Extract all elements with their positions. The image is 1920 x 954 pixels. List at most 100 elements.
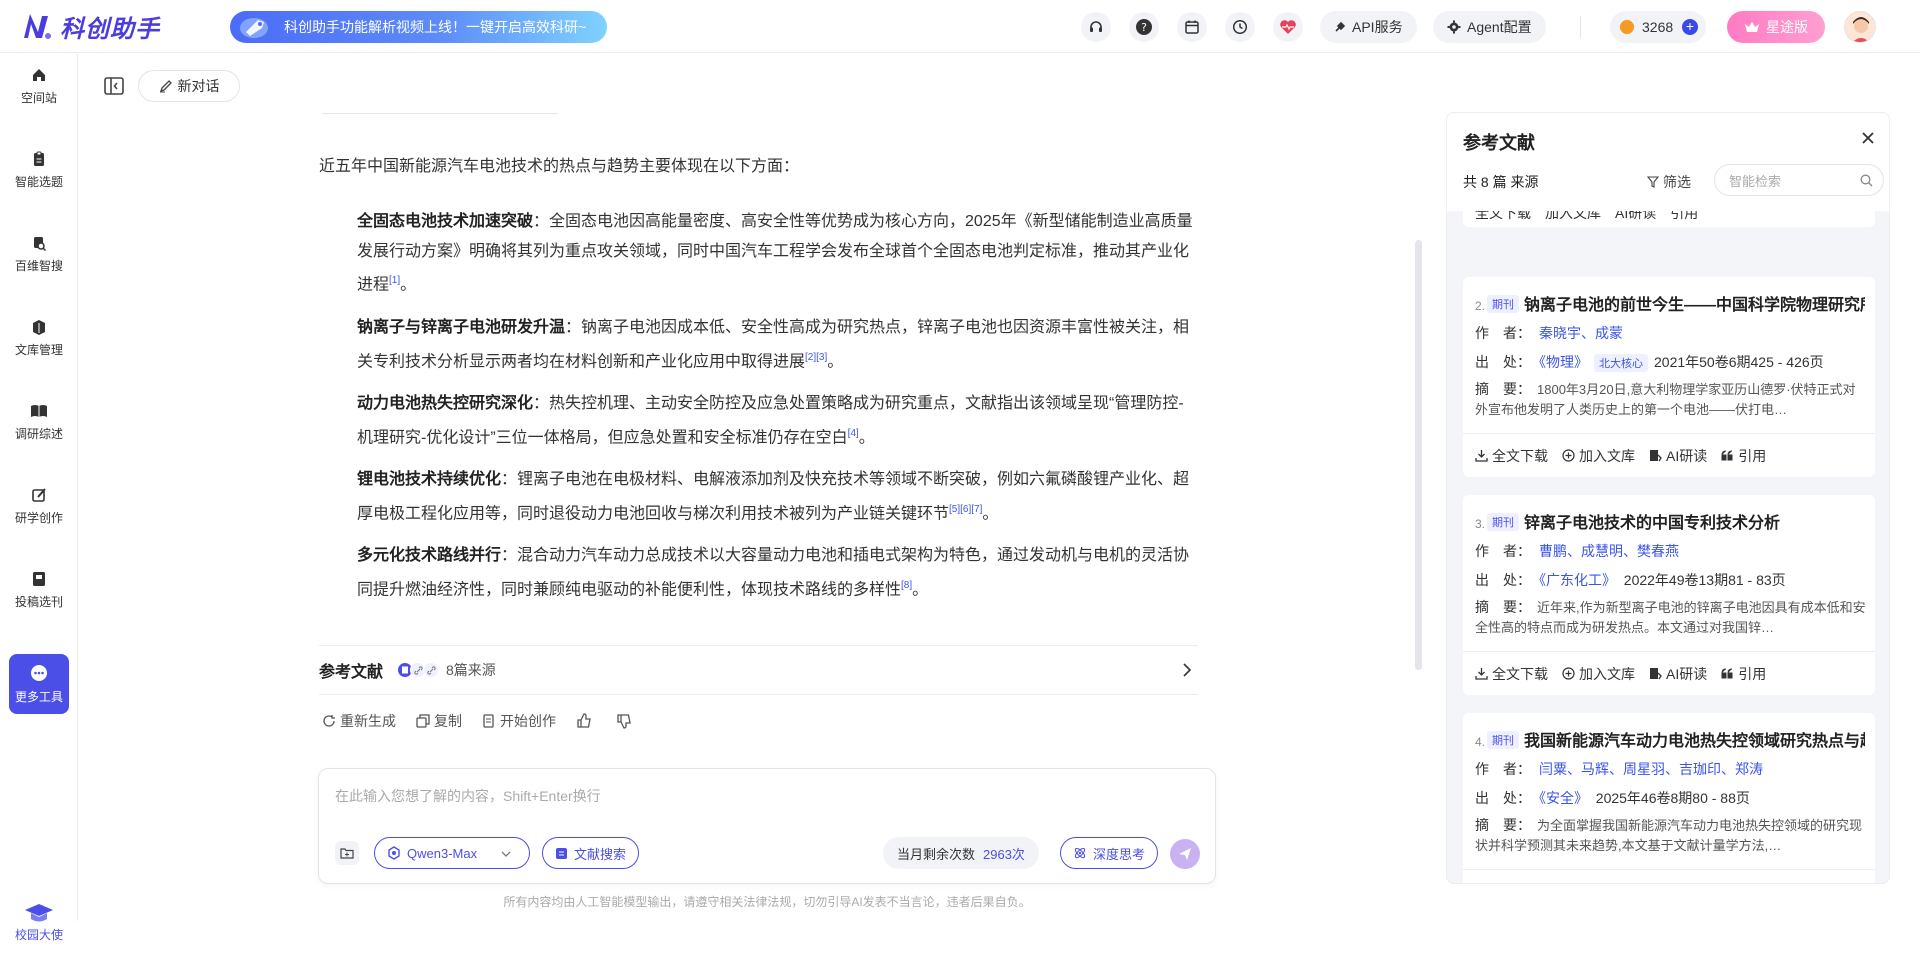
download-button[interactable]: 全文下载	[1475, 882, 1548, 884]
sidebar-item-topic[interactable]: 智能选题	[9, 140, 69, 200]
recharge-button[interactable]: +	[1682, 19, 1698, 35]
promo-banner[interactable]: 科创助手功能解析视频上线！一键开启高效科研~	[230, 11, 607, 43]
plug-icon	[1335, 21, 1346, 32]
sidebar-item-search[interactable]: 百维智搜	[9, 224, 69, 284]
coin-balance[interactable]: 3268 +	[1610, 11, 1706, 43]
search-icon	[1860, 174, 1873, 187]
logo-icon	[24, 14, 51, 39]
document-edit-icon	[483, 714, 494, 728]
sidebar-item-create[interactable]: 研学创作	[9, 476, 69, 536]
send-button[interactable]	[1170, 839, 1200, 869]
add-library-button[interactable]: 加入文库	[1562, 446, 1635, 466]
add-library-button[interactable]: 加入文库	[1562, 664, 1635, 684]
ai-read-button[interactable]: AI研读	[1649, 882, 1707, 884]
sidebar-item-library[interactable]: 文库管理	[9, 308, 69, 368]
vip-button[interactable]: 星途版	[1727, 11, 1825, 43]
regenerate-button[interactable]: 重新生成	[322, 711, 396, 731]
crown-icon	[1745, 22, 1759, 32]
agent-config-button[interactable]: Agent配置	[1433, 11, 1546, 43]
calendar-icon[interactable]	[1177, 12, 1207, 42]
download-icon	[1475, 450, 1488, 462]
reference-title[interactable]: 4.期刊我国新能源汽车动力电池热失控领域研究热点与趋势…	[1475, 727, 1865, 751]
reference-card[interactable]: 4.期刊我国新能源汽车动力电池热失控领域研究热点与趋势… 作 者：闫粟、马辉、周…	[1463, 713, 1875, 884]
reference-card[interactable]: 3. 期刊 锌离子电池技术的中国专利技术分析 作 者： 曹鹏、成慧明、樊春燕 出 处：…	[1463, 495, 1875, 695]
deep-think-toggle[interactable]: 深度思考	[1060, 837, 1159, 869]
plus-circle-icon	[1562, 449, 1575, 462]
model-select[interactable]: Qwen3-Max	[374, 837, 530, 869]
answer-point: 多元化技术路线并行：混合动力汽车动力总成技术以大容量动力电池和插电式架构为特色，…	[357, 547, 1190, 598]
answer-point: 锂电池技术持续优化：锂离子电池在电极材料、电解液添加剂及快充技术等领域不断突破，…	[357, 471, 1190, 522]
sidebar-item-space[interactable]: 空间站	[9, 56, 69, 116]
api-service-button[interactable]: API服务	[1320, 11, 1417, 43]
close-icon[interactable]	[1861, 131, 1875, 145]
user-avatar[interactable]	[1844, 11, 1876, 43]
reference-abstract: 摘 要： 1800年3月20日,意大利物理学家亚历山德罗·伏特正式对外宣布他发明了…	[1475, 381, 1856, 417]
sidebar: 空间站 智能选题 百维智搜 文库管理 调研综述 研学创作 投稿选刊 更多工具 校…	[0, 54, 78, 942]
citation-link[interactable]: [8]	[901, 580, 912, 591]
chat-scrollbar[interactable]	[1415, 240, 1422, 670]
link-icon	[423, 662, 440, 678]
reference-title[interactable]: 2. 期刊 钠离子电池的前世今生——中国科学院物理研究所…	[1475, 291, 1865, 315]
gear-icon	[1447, 20, 1461, 34]
download-button[interactable]: 全文下载	[1475, 664, 1548, 684]
coin-count: 3268	[1642, 19, 1674, 35]
thumbs-up-icon[interactable]	[576, 713, 596, 729]
toggle-panel-icon[interactable]	[104, 77, 124, 95]
download-icon	[1475, 668, 1488, 680]
download-button[interactable]: 全文下载	[1475, 211, 1531, 223]
smart-search-input[interactable]: 智能检索	[1714, 164, 1884, 196]
upload-folder-icon[interactable]	[335, 841, 359, 865]
citation-link[interactable]: [4]	[848, 428, 859, 439]
ai-read-button[interactable]: AI研读	[1615, 211, 1656, 223]
sidebar-item-journal[interactable]: 投稿选刊	[9, 560, 69, 620]
references-bar[interactable]: 参考文献 8篇来源	[319, 645, 1198, 695]
divider	[1580, 16, 1581, 38]
reference-authors: 作 者： 曹鹏、成慧明、樊春燕	[1475, 543, 1679, 559]
panel-title: 参考文献	[1463, 133, 1535, 153]
thumbs-down-icon[interactable]	[616, 713, 636, 729]
sidebar-item-survey[interactable]: 调研综述	[9, 392, 69, 452]
home-icon	[33, 68, 45, 81]
reference-abstract: 摘 要： 近年来,作为新型离子电池的锌离子电池因具有成本低和安全性高的特点而成为研…	[1475, 599, 1866, 635]
help-icon[interactable]: ?	[1129, 12, 1159, 42]
citation-link[interactable]: [5][6][7]	[949, 504, 982, 515]
reference-authors: 作 者： 闫粟、马辉、周星羽、吉珈印、郑涛	[1475, 761, 1763, 777]
headset-icon[interactable]	[1081, 12, 1111, 42]
plus-circle-icon	[1562, 667, 1575, 680]
ai-read-icon	[1650, 668, 1662, 680]
add-library-button[interactable]: 加入文库	[1545, 211, 1601, 223]
citation-link[interactable]: [1]	[389, 275, 400, 286]
pencil-icon	[159, 80, 172, 93]
chevron-right-icon	[1183, 663, 1192, 677]
reference-card[interactable]: 2. 期刊 钠离子电池的前世今生——中国科学院物理研究所… 作 者： 秦晓宇、成蒙 出…	[1463, 277, 1875, 477]
cite-button[interactable]: 引用	[1721, 446, 1766, 466]
type-badge: 期刊	[1487, 513, 1520, 531]
cite-button[interactable]: 引用	[1721, 882, 1766, 884]
ai-read-button[interactable]: AI研读	[1649, 664, 1707, 684]
filter-button[interactable]: 筛选	[1647, 172, 1691, 192]
reference-list: 全文下载 加入文库 AI研读 引用 2. 期刊 钠离子电池的前世今生——中国科学院物…	[1447, 211, 1889, 884]
cite-button[interactable]: 引用	[1670, 211, 1698, 223]
history-icon[interactable]	[1225, 12, 1255, 42]
start-create-button[interactable]: 开始创作	[482, 711, 556, 731]
citation-link[interactable]: [2][3]	[805, 352, 827, 363]
more-icon	[31, 664, 47, 681]
ai-read-button[interactable]: AI研读	[1649, 446, 1707, 466]
reference-title[interactable]: 3. 期刊 锌离子电池技术的中国专利技术分析	[1475, 509, 1865, 533]
copy-button[interactable]: 复制	[416, 711, 462, 731]
journal-icon	[33, 571, 45, 586]
download-button[interactable]: 全文下载	[1475, 446, 1548, 466]
chat-input[interactable]: 在此输入您想了解的内容，Shift+Enter换行	[335, 786, 601, 806]
answer-point: 动力电池热失控研究深化：热失控机理、主动安全防控及应急处置策略成为研究重点，文献…	[357, 395, 1184, 446]
add-library-button[interactable]: 加入文库	[1562, 882, 1635, 884]
reference-card[interactable]: 全文下载 加入文库 AI研读 引用	[1463, 211, 1875, 227]
app-logo[interactable]: 科创助手	[22, 9, 160, 43]
campus-ambassador-button[interactable]: 校园大使	[9, 902, 69, 954]
heart-icon[interactable]	[1273, 12, 1303, 42]
answer-intro: 近五年中国新能源汽车电池技术的热点与趋势主要体现在以下方面：	[319, 158, 800, 175]
cite-button[interactable]: 引用	[1721, 664, 1766, 684]
chat-input-box[interactable]: 在此输入您想了解的内容，Shift+Enter换行 Qwen3-Max 文献搜索…	[318, 768, 1216, 884]
sidebar-item-more-tools[interactable]: 更多工具	[9, 654, 69, 714]
literature-search-button[interactable]: 文献搜索	[542, 837, 640, 869]
new-chat-button[interactable]: 新对话	[138, 70, 240, 102]
